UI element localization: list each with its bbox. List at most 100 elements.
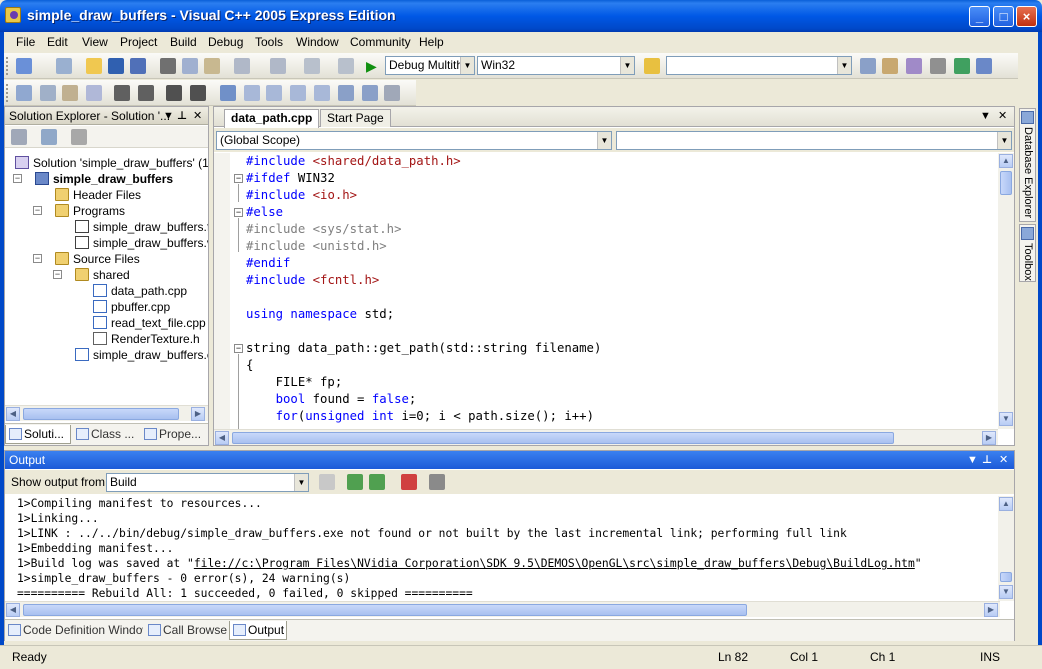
scroll-down-icon[interactable]: ▼ [999, 585, 1013, 599]
tree-item-fragment-program[interactable]: simple_draw_buffers.fp [75, 219, 208, 235]
collapse-icon[interactable]: − [33, 206, 42, 215]
tree-item-shared[interactable]: shared [75, 267, 130, 283]
code-text-area[interactable]: #include <shared/data_path.h> − #ifdef W… [214, 153, 1000, 429]
tree-item-solution[interactable]: Solution 'simple_draw_buffers' (1 pr [15, 155, 208, 171]
clear-all-icon[interactable] [401, 474, 417, 490]
navigate-backward-icon[interactable] [304, 58, 320, 74]
menu-build[interactable]: Build [170, 35, 197, 49]
scrollbar-thumb[interactable] [232, 432, 894, 444]
tab-database-explorer[interactable]: Database Explorer [1019, 108, 1036, 222]
display-quick-info-icon[interactable] [62, 85, 78, 101]
scrollbar-thumb[interactable] [23, 604, 747, 616]
scroll-right-icon[interactable]: ▶ [984, 603, 998, 617]
auto-hide-pin-icon[interactable]: ⊥ [982, 451, 992, 469]
tree-item-project[interactable]: simple_draw_buffers [35, 171, 173, 187]
clear-bookmarks-icon[interactable] [384, 85, 400, 101]
tree-item-header-files[interactable]: Header Files [55, 187, 141, 203]
tree-item-rendertexture-h[interactable]: RenderTexture.h [93, 331, 200, 347]
toolbox-icon[interactable] [930, 58, 946, 74]
scrollbar-thumb[interactable] [1000, 572, 1012, 582]
comment-out-icon[interactable] [166, 85, 182, 101]
scroll-down-icon[interactable]: ▼ [999, 412, 1013, 426]
window-position-icon[interactable]: ▼ [967, 451, 978, 469]
scrollbar-thumb[interactable] [1000, 171, 1012, 195]
tab-property-manager[interactable]: Prope... [141, 425, 207, 444]
go-to-next-message-icon[interactable] [369, 474, 385, 490]
solution-configuration-dropdown[interactable]: Debug Multithre ▼ [385, 56, 475, 75]
find-message-in-code-icon[interactable] [319, 474, 335, 490]
show-all-files-icon[interactable] [41, 129, 57, 145]
tree-item-vertex-program[interactable]: simple_draw_buffers.vp [75, 235, 208, 251]
refresh-icon[interactable] [71, 129, 87, 145]
new-project-icon[interactable] [16, 58, 32, 74]
menu-debug[interactable]: Debug [208, 35, 243, 49]
toolbar-grip[interactable] [6, 84, 9, 102]
solution-explorer-icon[interactable] [860, 58, 876, 74]
increase-indent-icon[interactable] [138, 85, 154, 101]
member-dropdown[interactable]: ▼ [616, 131, 1012, 150]
menu-view[interactable]: View [82, 35, 108, 49]
tab-start-page[interactable]: Start Page [320, 109, 391, 127]
menu-community[interactable]: Community [350, 35, 411, 49]
start-page-icon[interactable] [954, 58, 970, 74]
tab-class-view[interactable]: Class ... [73, 425, 139, 444]
redo-icon[interactable] [270, 58, 286, 74]
auto-hide-pin-icon[interactable]: ⊥ [177, 107, 187, 125]
app-icon[interactable] [5, 7, 21, 23]
indicator-margin[interactable] [214, 153, 230, 429]
scroll-left-icon[interactable]: ◀ [6, 603, 20, 617]
tree-item-simple-draw-buffers-cpp[interactable]: simple_draw_buffers.cp [75, 347, 208, 363]
toggle-word-wrap-icon[interactable] [429, 474, 445, 490]
output-horizontal-scrollbar[interactable]: ◀ ▶ [5, 601, 1000, 617]
tree-item-pbuffer-cpp[interactable]: pbuffer.cpp [93, 299, 170, 315]
scrollbar-thumb[interactable] [23, 408, 179, 420]
menu-help[interactable]: Help [419, 35, 444, 49]
toolbar-grip[interactable] [6, 57, 9, 75]
scroll-up-icon[interactable]: ▲ [999, 497, 1013, 511]
tab-solution-explorer[interactable]: Soluti... [5, 425, 71, 444]
decrease-indent-icon[interactable] [114, 85, 130, 101]
display-object-member-list-icon[interactable] [16, 85, 32, 101]
tab-toolbox[interactable]: Toolbox [1019, 224, 1036, 282]
tab-output[interactable]: Output [229, 621, 287, 640]
next-bookmark-folder-icon[interactable] [314, 85, 330, 101]
go-to-previous-message-icon[interactable] [347, 474, 363, 490]
tree-item-programs[interactable]: Programs [55, 203, 125, 219]
tab-code-definition-window[interactable]: Code Definition Window [5, 621, 143, 640]
outline-collapse-icon[interactable]: − [234, 174, 243, 183]
build-log-link[interactable]: file://c:\Program Files\NVidia Corporati… [194, 557, 915, 570]
start-debugging-icon[interactable]: ▶ [366, 58, 382, 74]
maximize-button[interactable]: □ [993, 6, 1014, 27]
complete-word-icon[interactable] [86, 85, 102, 101]
scroll-up-icon[interactable]: ▲ [999, 154, 1013, 168]
previous-bookmark-icon[interactable] [244, 85, 260, 101]
close-panel-icon[interactable]: ✕ [999, 451, 1008, 469]
solution-platform-dropdown[interactable]: Win32 ▼ [477, 56, 635, 75]
editor-horizontal-scrollbar[interactable]: ◀ ▶ [214, 429, 998, 445]
previous-bookmark-folder-icon[interactable] [290, 85, 306, 101]
previous-bookmark-document-icon[interactable] [338, 85, 354, 101]
outline-collapse-icon[interactable]: − [234, 344, 243, 353]
find-combo[interactable]: ▼ [666, 56, 852, 75]
active-files-dropdown-icon[interactable]: ▼ [980, 110, 991, 122]
close-panel-icon[interactable]: ✕ [193, 107, 202, 125]
close-document-icon[interactable]: ✕ [998, 109, 1007, 122]
toggle-bookmark-icon[interactable] [220, 85, 236, 101]
scroll-right-icon[interactable]: ▶ [191, 407, 205, 421]
scroll-left-icon[interactable]: ◀ [6, 407, 20, 421]
object-browser-icon[interactable] [906, 58, 922, 74]
properties-icon[interactable] [11, 129, 27, 145]
solution-horizontal-scrollbar[interactable]: ◀ ▶ [5, 405, 208, 421]
tab-call-browser[interactable]: Call Browser [145, 621, 227, 640]
editor-vertical-scrollbar[interactable]: ▲ ▼ [998, 153, 1014, 429]
menu-project[interactable]: Project [120, 35, 157, 49]
scope-dropdown[interactable]: (Global Scope) ▼ [216, 131, 612, 150]
output-text-area[interactable]: 1>Compiling manifest to resources... 1>L… [5, 496, 1000, 601]
collapse-icon[interactable]: − [13, 174, 22, 183]
cut-icon[interactable] [160, 58, 176, 74]
properties-window-icon[interactable] [882, 58, 898, 74]
next-bookmark-document-icon[interactable] [362, 85, 378, 101]
collapse-icon[interactable]: − [33, 254, 42, 263]
menu-window[interactable]: Window [296, 35, 339, 49]
add-item-icon[interactable] [56, 58, 72, 74]
